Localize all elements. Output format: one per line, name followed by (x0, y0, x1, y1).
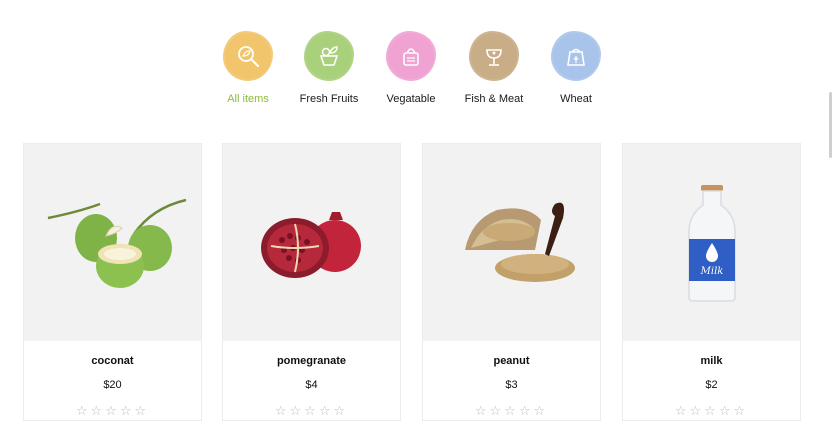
category-all-items[interactable]: All items (203, 31, 293, 105)
category-label: Wheat (560, 93, 592, 105)
product-price: $2 (705, 379, 718, 391)
category-fresh-fruits[interactable]: Fresh Fruits (284, 31, 374, 105)
star-icon[interactable]: ☆ (304, 403, 319, 419)
category-label: All items (227, 93, 269, 105)
wheat-sack-icon (551, 31, 601, 81)
star-icon[interactable]: ☆ (91, 403, 106, 419)
product-card-coconat[interactable]: coconat $20 ☆☆☆☆☆ (23, 143, 202, 421)
star-icon[interactable]: ☆ (333, 403, 348, 419)
rating-stars[interactable]: ☆☆☆☆☆ (423, 403, 600, 419)
milk-label-text: Milk (699, 266, 723, 277)
product-price: $4 (305, 379, 318, 391)
rating-stars[interactable]: ☆☆☆☆☆ (24, 403, 201, 419)
vegetable-icon (386, 31, 436, 81)
product-card-pomegranate[interactable]: pomegranate $4 ☆☆☆☆☆ (222, 143, 401, 421)
star-icon[interactable]: ☆ (134, 403, 149, 419)
fish-meat-icon (469, 31, 519, 81)
product-price: $3 (505, 379, 518, 391)
category-filter-bar: All items Fresh Fruits Vegatable Fish & … (0, 31, 832, 105)
product-name: coconat (91, 355, 134, 367)
category-fish-meat[interactable]: Fish & Meat (449, 31, 539, 105)
star-icon[interactable]: ☆ (690, 403, 705, 419)
category-vegatable[interactable]: Vegatable (366, 31, 456, 105)
category-label: Fish & Meat (464, 93, 524, 105)
star-icon[interactable]: ☆ (719, 403, 734, 419)
product-grid: coconat $20 ☆☆☆☆☆ pomegranate $4 ☆☆☆☆☆ p… (23, 143, 803, 421)
star-icon[interactable]: ☆ (105, 403, 120, 419)
pomegranate-image[interactable] (223, 144, 400, 341)
magnifier-leaf-icon (223, 31, 273, 81)
star-icon[interactable]: ☆ (519, 403, 534, 419)
category-label: Vegatable (386, 93, 436, 105)
star-icon[interactable]: ☆ (475, 403, 490, 419)
category-label: Fresh Fruits (299, 93, 359, 105)
rating-stars[interactable]: ☆☆☆☆☆ (623, 403, 800, 419)
product-card-peanut[interactable]: peanut $3 ☆☆☆☆☆ (422, 143, 601, 421)
fruit-basket-icon (304, 31, 354, 81)
star-icon[interactable]: ☆ (275, 403, 290, 419)
star-icon[interactable]: ☆ (490, 403, 505, 419)
product-name: milk (700, 355, 723, 367)
rating-stars[interactable]: ☆☆☆☆☆ (223, 403, 400, 419)
product-price: $20 (103, 379, 122, 391)
star-icon[interactable]: ☆ (533, 403, 548, 419)
milk-bottle-image[interactable]: Milk (623, 144, 800, 341)
star-icon[interactable]: ☆ (704, 403, 719, 419)
star-icon[interactable]: ☆ (733, 403, 748, 419)
star-icon[interactable]: ☆ (675, 403, 690, 419)
coconut-image[interactable] (24, 144, 201, 341)
star-icon[interactable]: ☆ (504, 403, 519, 419)
product-card-milk[interactable]: Milk milk $2 ☆☆☆☆☆ (622, 143, 801, 421)
star-icon[interactable]: ☆ (290, 403, 305, 419)
peanut-sack-image[interactable] (423, 144, 600, 341)
star-icon[interactable]: ☆ (76, 403, 91, 419)
category-wheat[interactable]: Wheat (531, 31, 621, 105)
star-icon[interactable]: ☆ (319, 403, 334, 419)
star-icon[interactable]: ☆ (120, 403, 135, 419)
product-name: pomegranate (276, 355, 347, 367)
product-name: peanut (493, 355, 530, 367)
